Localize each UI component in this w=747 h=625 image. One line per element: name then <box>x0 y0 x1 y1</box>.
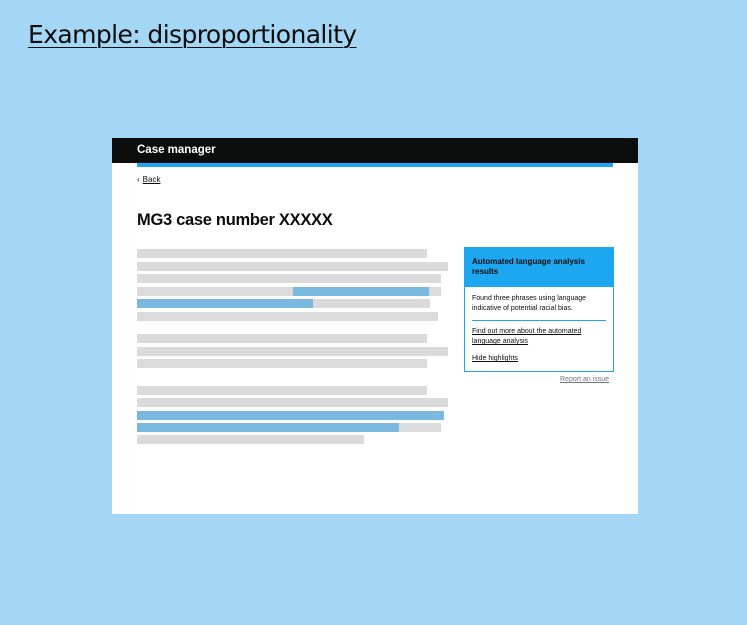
text-line <box>137 249 427 258</box>
text-line <box>137 359 427 368</box>
text-line <box>137 334 427 343</box>
text-line <box>137 347 448 356</box>
highlighted-phrase <box>137 299 313 308</box>
hide-highlights-link[interactable]: Hide highlights <box>472 354 608 364</box>
header-accent-stripe <box>137 163 613 167</box>
app-name[interactable]: Case manager <box>137 144 216 156</box>
panel-divider <box>472 320 606 321</box>
slide-title: Example: disproportionality <box>28 20 357 49</box>
chevron-left-icon: ‹ <box>137 175 140 184</box>
text-line <box>137 262 448 271</box>
back-link[interactable]: ‹ Back <box>137 175 160 184</box>
text-line <box>137 274 441 283</box>
language-analysis-panel: Automated language analysis results Foun… <box>464 247 614 372</box>
highlighted-phrase <box>137 423 399 432</box>
case-manager-mockup: Case manager ‹ Back MG3 case number XXXXX… <box>112 138 638 514</box>
analysis-summary: Found three phrases using language indic… <box>472 295 587 312</box>
find-out-more-link[interactable]: Find out more about the automated langua… <box>472 327 608 347</box>
highlighted-phrase <box>293 287 429 296</box>
back-link-label: Back <box>142 175 161 184</box>
text-line <box>137 386 427 395</box>
text-line <box>137 312 438 321</box>
text-line <box>137 435 364 444</box>
highlighted-phrase <box>137 411 444 420</box>
page-title: MG3 case number XXXXX <box>137 211 333 229</box>
panel-title: Automated language analysis results <box>472 257 585 276</box>
report-issue-link[interactable]: Report an issue <box>560 376 609 383</box>
text-line <box>137 398 448 407</box>
panel-header: Automated language analysis results <box>465 248 613 287</box>
app-header: Case manager <box>112 138 638 163</box>
